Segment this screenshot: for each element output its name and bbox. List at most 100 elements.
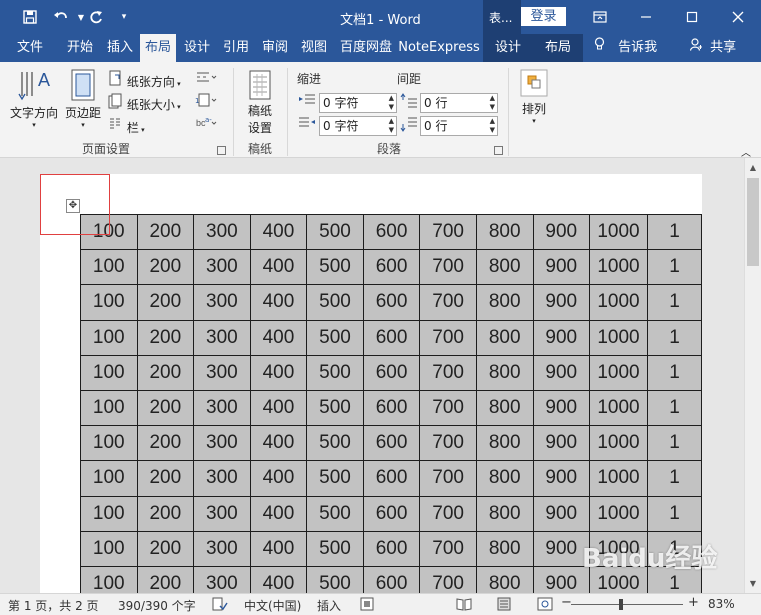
table-cell[interactable]: 300 [193, 354, 251, 391]
document-area[interactable]: 100 200 300 400 500 600 700 800 900 1000 1 100 200 30… [0, 158, 744, 593]
table-cell[interactable]: 800 [475, 565, 534, 593]
table-cell[interactable]: 200 [136, 319, 195, 356]
table-cell[interactable]: 500 [306, 460, 364, 497]
table-cell[interactable]: 1 [646, 354, 702, 391]
zoom-out-icon[interactable]: − [561, 595, 572, 610]
table-cell[interactable]: 400 [249, 284, 308, 321]
table-row[interactable]: 100 200 300 400 500 600 700 800 900 1000 1 [80, 213, 702, 251]
redo-icon[interactable] [85, 7, 107, 27]
table-cell[interactable]: 800 [475, 425, 534, 462]
tab-design[interactable]: 设计 [179, 34, 215, 62]
table-cell[interactable]: 900 [532, 249, 591, 286]
tab-noteexpress[interactable]: NoteExpress [398, 34, 480, 62]
table-cell[interactable]: 300 [193, 530, 251, 567]
table-cell[interactable]: 600 [362, 284, 421, 321]
scroll-down-icon[interactable]: ▼ [745, 576, 761, 592]
spin-arrows-icon[interactable]: ▲ ▼ [490, 117, 495, 135]
table-cell[interactable]: 600 [362, 389, 421, 427]
table-cell[interactable]: 300 [193, 213, 251, 251]
ribbon-display-icon[interactable] [577, 0, 623, 34]
read-mode-icon[interactable] [456, 597, 472, 614]
table-cell[interactable]: 200 [136, 284, 195, 321]
table-row[interactable]: 100 200 300 400 500 600 700 800 900 1000 1 [80, 565, 702, 593]
table-cell[interactable]: 700 [419, 389, 477, 427]
table-cell[interactable]: 600 [362, 319, 421, 356]
table-cell[interactable]: 700 [419, 213, 477, 251]
table-row[interactable]: 100 200 300 400 500 600 700 800 900 1000 1 [80, 495, 702, 532]
table-cell[interactable]: 200 [136, 249, 195, 286]
table-cell[interactable]: 400 [249, 530, 308, 567]
table-cell[interactable]: 400 [249, 425, 308, 462]
table-cell[interactable]: 100 [80, 389, 138, 427]
table-row[interactable]: 100 200 300 400 500 600 700 800 900 1000 1 [80, 249, 702, 286]
tab-layout[interactable]: 布局 [140, 34, 176, 62]
language[interactable]: 中文(中国) [244, 597, 301, 614]
table-cell[interactable]: 1 [646, 530, 702, 567]
table-cell[interactable]: 100 [80, 530, 138, 567]
table-cell[interactable]: 500 [306, 495, 364, 532]
table-cell[interactable]: 1 [646, 319, 702, 356]
zoom-slider[interactable] [571, 604, 683, 605]
table-cell[interactable]: 1 [646, 284, 702, 321]
vertical-scrollbar[interactable]: ▲ ▼ [744, 158, 761, 593]
table-cell[interactable]: 1 [646, 249, 702, 286]
table-cell[interactable]: 1000 [589, 565, 648, 593]
table-cell[interactable]: 900 [532, 284, 591, 321]
tab-home[interactable]: 开始 [58, 34, 102, 62]
table-cell[interactable]: 900 [532, 460, 591, 497]
breaks-button[interactable] [192, 70, 220, 90]
arrange-button[interactable]: 排列 ▾ [516, 68, 552, 134]
table-cell[interactable]: 800 [475, 319, 534, 356]
table-cell[interactable]: 300 [193, 389, 251, 427]
tab-table-layout[interactable]: 布局 [533, 34, 583, 62]
table-row[interactable]: 100 200 300 400 500 600 700 800 900 1000 1 [80, 460, 702, 497]
zoom-in-icon[interactable]: + [688, 595, 699, 610]
table-cell[interactable]: 1 [646, 425, 702, 462]
draft-paper-button[interactable]: 稿纸 设置 [240, 70, 280, 136]
table-cell[interactable]: 600 [362, 530, 421, 567]
macro-icon[interactable] [360, 597, 374, 614]
columns-button[interactable]: 栏 ▾ [107, 116, 157, 136]
table-cell[interactable]: 1 [646, 565, 702, 593]
page-count[interactable]: 第 1 页，共 2 页 [8, 597, 99, 614]
table-cell[interactable]: 800 [475, 249, 534, 286]
table-cell[interactable]: 900 [532, 565, 591, 593]
collapse-ribbon-icon[interactable]: ︿ [739, 144, 753, 159]
table-cell[interactable]: 700 [419, 495, 477, 532]
table-cell[interactable]: 900 [532, 425, 591, 462]
insert-mode[interactable]: 插入 [317, 597, 341, 614]
table-cell[interactable]: 400 [249, 213, 308, 251]
table-cell[interactable]: 500 [306, 319, 364, 356]
table-cell[interactable]: 500 [306, 565, 364, 593]
table-cell[interactable]: 800 [475, 389, 534, 427]
table-cell[interactable]: 600 [362, 354, 421, 391]
table-cell[interactable]: 300 [193, 284, 251, 321]
table-cell[interactable]: 200 [136, 565, 195, 593]
table-cell[interactable]: 800 [475, 284, 534, 321]
table-cell[interactable]: 100 [80, 319, 138, 356]
tab-insert[interactable]: 插入 [102, 34, 138, 62]
table-cell[interactable]: 300 [193, 495, 251, 532]
table-cell[interactable]: 200 [136, 213, 195, 251]
table-cell[interactable]: 100 [80, 495, 138, 532]
table-cell[interactable]: 1000 [589, 460, 648, 497]
table-cell[interactable]: 100 [80, 460, 138, 497]
tell-me-search[interactable]: 告诉我 [592, 34, 668, 62]
table-cell[interactable]: 700 [419, 319, 477, 356]
table-cell[interactable]: 600 [362, 460, 421, 497]
table-row[interactable]: 100 200 300 400 500 600 700 800 900 1000 1 [80, 425, 702, 462]
zoom-slider-thumb[interactable] [619, 599, 624, 610]
table-cell[interactable]: 300 [193, 425, 251, 462]
table-cell[interactable]: 100 [80, 354, 138, 391]
table-cell[interactable]: 1000 [589, 530, 648, 567]
table-cell[interactable]: 700 [419, 354, 477, 391]
table-cell[interactable]: 900 [532, 530, 591, 567]
customize-icon[interactable]: ▾ [113, 7, 135, 27]
table-cell[interactable]: 900 [532, 389, 591, 427]
table-cell[interactable]: 200 [136, 460, 195, 497]
table-cell[interactable]: 600 [362, 213, 421, 251]
table-cell[interactable]: 1 [646, 460, 702, 497]
table-cell[interactable]: 800 [475, 460, 534, 497]
tab-baidu-netdisk[interactable]: 百度网盘 [335, 34, 397, 62]
table-cell[interactable]: 600 [362, 565, 421, 593]
